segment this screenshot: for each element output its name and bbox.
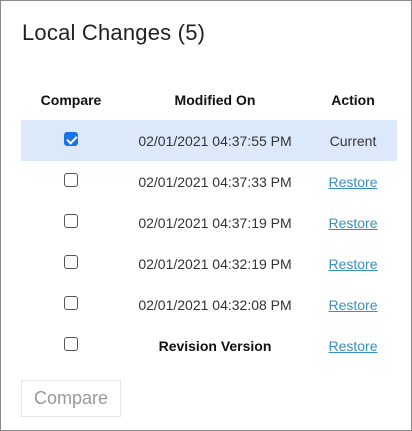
action-cell: Restore xyxy=(309,284,397,325)
compare-button[interactable]: Compare xyxy=(21,380,121,417)
restore-link[interactable]: Restore xyxy=(328,215,377,231)
table-row: 02/01/2021 04:32:19 PM Restore xyxy=(21,243,397,284)
compare-checkbox[interactable] xyxy=(64,254,78,269)
compare-cell xyxy=(21,284,121,325)
table-row: 02/01/2021 04:37:19 PM Restore xyxy=(21,202,397,243)
compare-cell xyxy=(21,325,121,366)
modified-on-cell: 02/01/2021 04:32:08 PM xyxy=(138,296,292,313)
table-row: 02/01/2021 04:37:55 PM Current xyxy=(21,120,397,161)
restore-link[interactable]: Restore xyxy=(328,256,377,272)
modified-on-cell: 02/01/2021 04:37:19 PM xyxy=(138,214,292,231)
table-row: Revision Version Restore xyxy=(21,325,397,366)
header-action: Action xyxy=(331,92,375,108)
modified-on-cell: 02/01/2021 04:37:33 PM xyxy=(138,173,292,190)
changes-table: Compare Modified On Action 02/01/2021 04… xyxy=(21,80,397,366)
action-cell: Restore xyxy=(309,325,397,366)
compare-checkbox[interactable] xyxy=(64,131,78,146)
compare-cell xyxy=(21,161,121,202)
modified-on-cell: Revision Version xyxy=(158,337,272,354)
header-compare: Compare xyxy=(40,92,102,108)
compare-cell xyxy=(21,120,121,161)
modified-on-cell: 02/01/2021 04:37:55 PM xyxy=(121,120,309,161)
current-label: Current xyxy=(329,132,377,149)
header-modified-on: Modified On xyxy=(174,92,256,108)
compare-checkbox[interactable] xyxy=(64,336,78,351)
restore-link[interactable]: Restore xyxy=(328,338,377,354)
action-cell: Restore xyxy=(309,202,397,243)
restore-link[interactable]: Restore xyxy=(328,174,377,190)
compare-checkbox[interactable] xyxy=(64,172,78,187)
table-row: 02/01/2021 04:37:33 PM Restore xyxy=(21,161,397,202)
compare-cell xyxy=(21,243,121,284)
compare-checkbox[interactable] xyxy=(64,295,78,310)
table-header: Compare Modified On Action xyxy=(21,80,397,120)
action-cell: Restore xyxy=(309,243,397,284)
panel-title: Local Changes (5) xyxy=(22,20,206,45)
action-cell: Restore xyxy=(309,161,397,202)
restore-link[interactable]: Restore xyxy=(328,297,377,313)
modified-on-cell: 02/01/2021 04:32:19 PM xyxy=(138,255,292,272)
compare-cell xyxy=(21,202,121,243)
compare-checkbox[interactable] xyxy=(64,213,78,228)
action-cell: Current xyxy=(309,120,397,161)
table-row: 02/01/2021 04:32:08 PM Restore xyxy=(21,284,397,325)
